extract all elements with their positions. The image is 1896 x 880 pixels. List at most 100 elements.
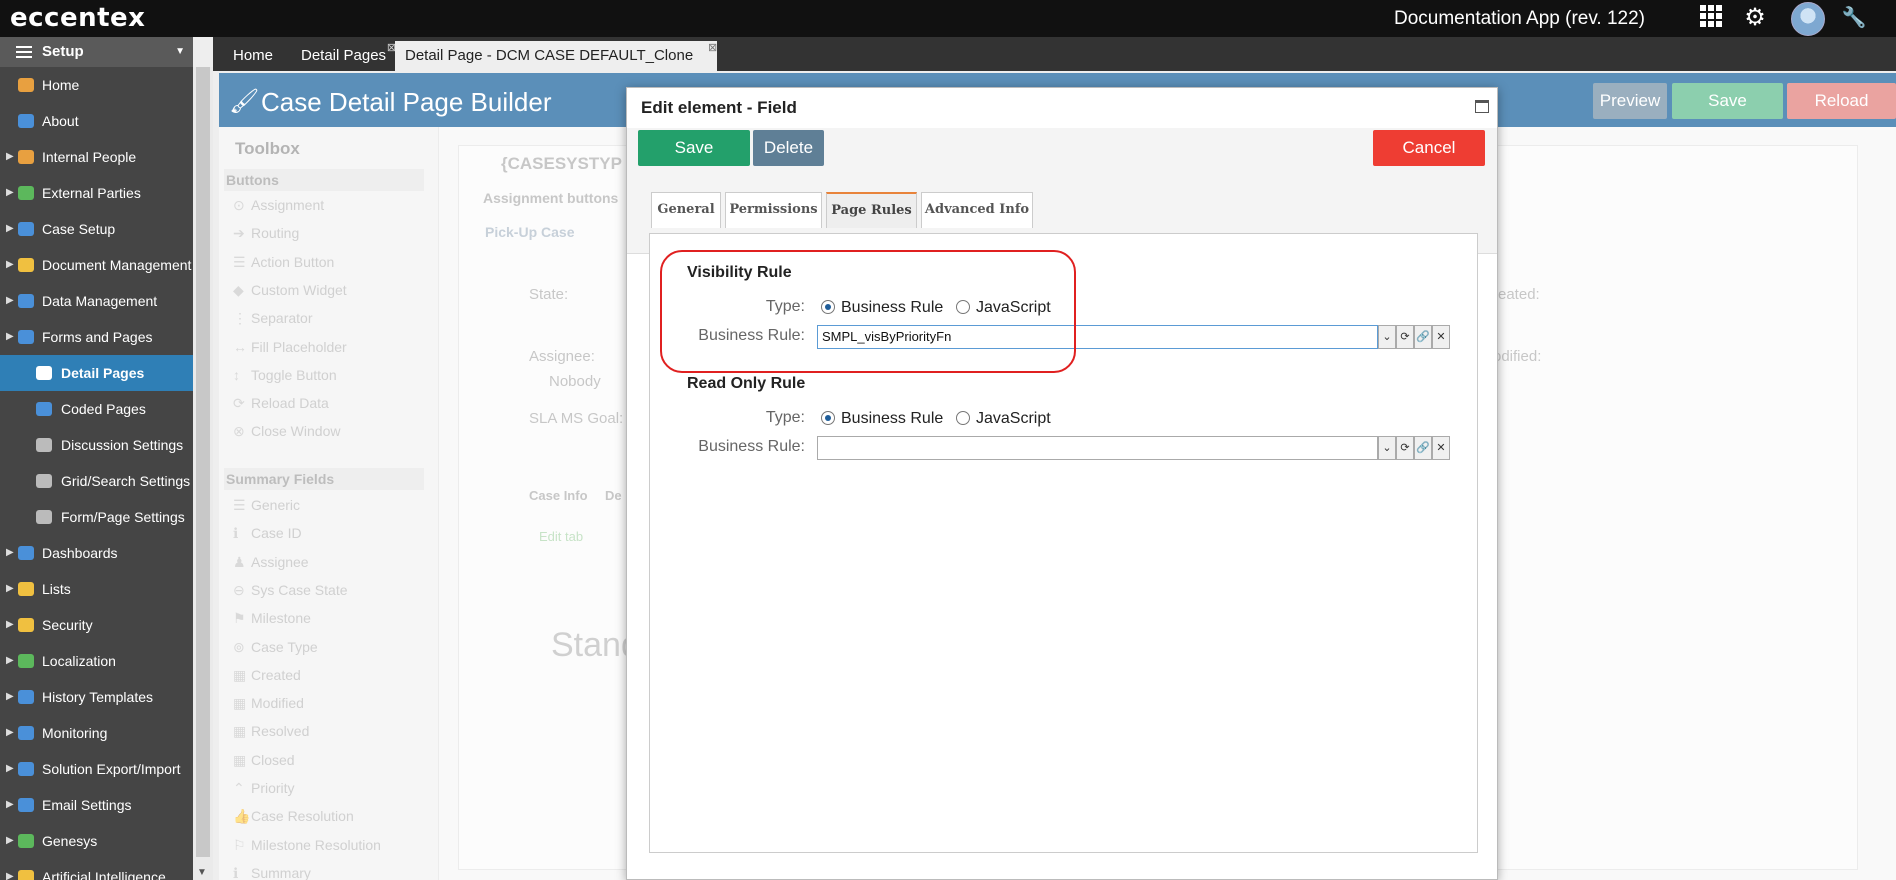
sidebar-item-email-settings[interactable]: ▶ Email Settings	[0, 787, 193, 823]
sidebar-item-detail-pages[interactable]: Detail Pages	[0, 355, 193, 391]
preview-button[interactable]: Preview	[1593, 83, 1667, 119]
readonly-javascript-label[interactable]: JavaScript	[976, 410, 1051, 428]
sidebar-item-label: Solution Export/Import	[42, 761, 181, 777]
puzzle-icon	[18, 834, 34, 848]
expand-arrow-icon[interactable]: ▶	[6, 211, 14, 247]
sidebar-item-label: About	[42, 113, 79, 129]
sidebar-item-grid-search-settings[interactable]: Grid/Search Settings	[0, 463, 193, 499]
expand-arrow-icon[interactable]: ▶	[6, 175, 14, 211]
sidebar-item-discussion-settings[interactable]: Discussion Settings	[0, 427, 193, 463]
expand-arrow-icon[interactable]: ▶	[6, 859, 14, 880]
app-logo[interactable]: eccentex	[10, 3, 145, 33]
sidebar-item-history-templates[interactable]: ▶ History Templates	[0, 679, 193, 715]
sidebar-item-solution-export-import[interactable]: ▶ Solution Export/Import	[0, 751, 193, 787]
sidebar-item-external-parties[interactable]: ▶ External Parties	[0, 175, 193, 211]
sidebar-item-label: History Templates	[42, 689, 154, 705]
sidebar-item-home[interactable]: Home	[0, 67, 193, 103]
sidebar-item-about[interactable]: About	[0, 103, 193, 139]
sidebar-item-dashboards[interactable]: ▶ Dashboards	[0, 535, 193, 571]
dialog-delete-button[interactable]: Delete	[753, 130, 824, 166]
tab-permissions[interactable]: Permissions	[725, 192, 822, 228]
chevron-down-icon[interactable]: ⌄	[1378, 436, 1396, 460]
expand-arrow-icon[interactable]: ▶	[6, 247, 14, 283]
sidebar-item-label: Coded Pages	[61, 401, 146, 417]
dialog-cancel-button[interactable]: Cancel	[1373, 130, 1485, 166]
tab-advanced-info[interactable]: Advanced Info	[921, 192, 1033, 228]
readonly-javascript-radio[interactable]	[956, 411, 970, 425]
sidebar-item-internal-people[interactable]: ▶ Internal People	[0, 139, 193, 175]
sidebar-item-genesys[interactable]: ▶ Genesys	[0, 823, 193, 859]
sidebar-item-label: Dashboards	[42, 545, 118, 561]
expand-arrow-icon[interactable]: ▶	[6, 643, 14, 679]
sidebar: Setup ▼ Home About ▶ Internal People ▶ Extern…	[0, 37, 193, 880]
expand-arrow-icon[interactable]: ▶	[6, 283, 14, 319]
expand-arrow-icon[interactable]: ▶	[6, 139, 14, 175]
dialog-save-button[interactable]: Save	[638, 130, 750, 166]
tab-strip: Home Detail Pages ⊠ Detail Page - DCM CAS…	[213, 37, 1896, 71]
expand-arrow-icon[interactable]: ▶	[6, 751, 14, 787]
menu-icon[interactable]	[16, 46, 32, 58]
edit-element-dialog: Edit element - Field Save Delete Cancel …	[626, 87, 1498, 880]
tab-general[interactable]: General	[651, 192, 721, 228]
sidebar-item-artificial-intelligence[interactable]: ▶ Artificial Intelligence	[0, 859, 193, 880]
sidebar-item-coded-pages[interactable]: Coded Pages	[0, 391, 193, 427]
expand-arrow-icon[interactable]: ▶	[6, 679, 14, 715]
expand-arrow-icon[interactable]: ▶	[6, 535, 14, 571]
clear-icon[interactable]: ✕	[1432, 325, 1450, 349]
apps-grid-icon[interactable]	[1697, 4, 1725, 32]
readonly-business-rule-label[interactable]: Business Rule	[841, 410, 943, 428]
link-icon[interactable]: 🔗	[1414, 436, 1432, 460]
gear-icon[interactable]: ⚙	[1741, 4, 1769, 32]
gear-icon	[36, 438, 52, 452]
link-icon[interactable]: 🔗	[1414, 325, 1432, 349]
forms-icon	[18, 330, 34, 344]
caret-down-icon[interactable]: ▼	[175, 37, 185, 67]
clear-icon[interactable]: ✕	[1432, 436, 1450, 460]
sidebar-item-label: Form/Page Settings	[61, 509, 185, 525]
maximize-icon[interactable]	[1475, 100, 1489, 113]
sidebar-item-label: Security	[42, 617, 93, 633]
expand-arrow-icon[interactable]: ▶	[6, 571, 14, 607]
home-icon	[18, 78, 34, 92]
scroll-down-icon[interactable]: ▼	[197, 867, 207, 878]
sidebar-item-forms-and-pages[interactable]: ▶ Forms and Pages	[0, 319, 193, 355]
sidebar-header[interactable]: Setup ▼	[0, 37, 193, 67]
expand-arrow-icon[interactable]: ▶	[6, 787, 14, 823]
avatar[interactable]	[1791, 2, 1825, 36]
refresh-icon[interactable]: ⟳	[1396, 325, 1414, 349]
readonly-business-rule-radio[interactable]	[821, 411, 835, 425]
export-icon	[18, 762, 34, 776]
expand-arrow-icon[interactable]: ▶	[6, 823, 14, 859]
close-icon[interactable]: ⊠	[708, 33, 717, 63]
sidebar-item-security[interactable]: ▶ Security	[0, 607, 193, 643]
sidebar-item-data-management[interactable]: ▶ Data Management	[0, 283, 193, 319]
sidebar-item-lists[interactable]: ▶ Lists	[0, 571, 193, 607]
refresh-icon[interactable]: ⟳	[1396, 436, 1414, 460]
tab-page-rules[interactable]: Page Rules	[826, 192, 917, 228]
tab-detail-page-active[interactable]: Detail Page - DCM CASE DEFAULT_Clone ⊠	[395, 41, 718, 71]
gear-icon	[36, 510, 52, 524]
sidebar-item-document-management[interactable]: ▶ Document Management	[0, 247, 193, 283]
expand-arrow-icon[interactable]: ▶	[6, 319, 14, 355]
wrench-icon[interactable]: 🔧	[1840, 4, 1868, 32]
sidebar-item-form-page-settings[interactable]: Form/Page Settings	[0, 499, 193, 535]
top-bar: eccentex Documentation App (rev. 122) ⚙ …	[0, 0, 1896, 37]
sidebar-item-localization[interactable]: ▶ Localization	[0, 643, 193, 679]
app-title: Documentation App (rev. 122)	[1394, 8, 1646, 29]
sidebar-item-label: Detail Pages	[61, 365, 145, 381]
chevron-down-icon[interactable]: ⌄	[1378, 325, 1396, 349]
sidebar-item-case-setup[interactable]: ▶ Case Setup	[0, 211, 193, 247]
pages-icon	[36, 366, 52, 380]
sidebar-item-monitoring[interactable]: ▶ Monitoring	[0, 715, 193, 751]
scrollbar-thumb[interactable]	[196, 67, 210, 857]
tab-home[interactable]: Home	[223, 41, 283, 71]
sidebar-item-label: Forms and Pages	[42, 329, 153, 345]
sidebar-item-label: Genesys	[42, 833, 98, 849]
sidebar-scrollbar[interactable]: ▼	[193, 67, 213, 880]
reload-button[interactable]: Reload	[1787, 83, 1896, 119]
save-button[interactable]: Save	[1672, 83, 1783, 119]
readonly-rule-combo[interactable]: ⌄ ⟳ 🔗 ✕	[817, 436, 1450, 460]
expand-arrow-icon[interactable]: ▶	[6, 607, 14, 643]
expand-arrow-icon[interactable]: ▶	[6, 715, 14, 751]
tab-detail-pages[interactable]: Detail Pages ⊠	[291, 41, 396, 71]
